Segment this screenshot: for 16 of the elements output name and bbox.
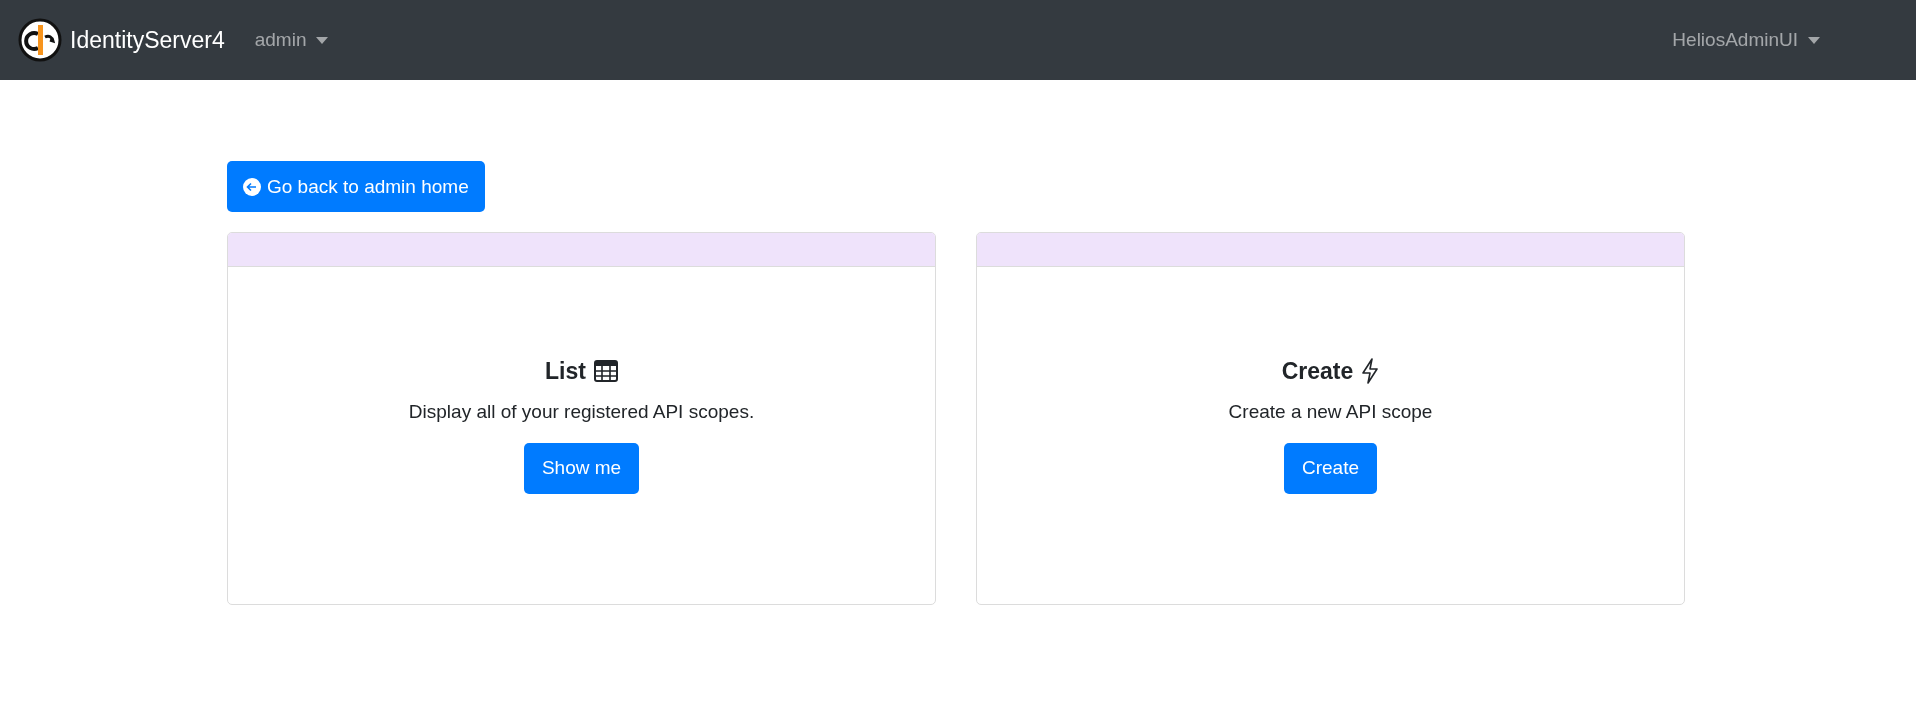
brand-name: IdentityServer4 — [70, 26, 225, 54]
card-title: Create — [1281, 357, 1354, 385]
card-button[interactable]: Show me — [523, 442, 640, 494]
brand-link[interactable]: IdentityServer4 — [18, 18, 225, 62]
table-icon — [593, 360, 618, 382]
caret-icon — [1808, 36, 1820, 44]
card-description: Create a new API scope — [1228, 400, 1433, 423]
card-description: Display all of your registered API scopes. — [408, 400, 755, 423]
card-button[interactable]: Create — [1284, 442, 1377, 494]
caret-icon — [316, 36, 329, 44]
card-title: List — [545, 357, 586, 385]
nav-dropdown[interactable]: admin — [254, 21, 329, 59]
logo-icon — [18, 18, 62, 62]
lightning-icon — [1361, 358, 1380, 384]
user-dropdown[interactable]: HeliosAdminUI — [1672, 21, 1820, 59]
back-button[interactable]: Go back to admin home — [227, 161, 485, 212]
